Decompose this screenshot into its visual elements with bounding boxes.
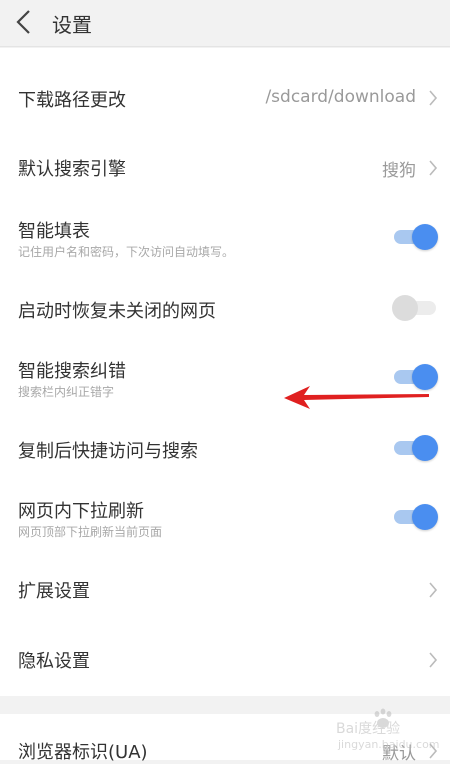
chevron-right-icon	[429, 652, 438, 668]
smart-form-fill-description: 记住用户名和密码，下次访问自动填写。	[18, 245, 235, 259]
chevron-right-icon	[429, 90, 438, 106]
download-path-value: /sdcard/download	[265, 87, 416, 107]
search-engine-row[interactable]: 默认搜索引擎 搜狗	[0, 138, 450, 198]
pull-refresh-row: 网页内下拉刷新 网页顶部下拉刷新当前页面	[0, 483, 450, 553]
header-bar: 设置	[0, 0, 450, 47]
annotation-arrow-icon	[284, 386, 429, 409]
download-path-row[interactable]: 下载路径更改 /sdcard/download	[0, 48, 450, 138]
search-correction-description: 搜索栏内纠正错字	[18, 385, 115, 399]
extension-settings-label: 扩展设置	[18, 581, 90, 602]
copy-quick-access-label: 复制后快捷访问与搜索	[18, 441, 198, 462]
copy-quick-access-row: 复制后快捷访问与搜索	[0, 413, 450, 483]
pull-refresh-description: 网页顶部下拉刷新当前页面	[18, 525, 163, 539]
pull-refresh-label: 网页内下拉刷新	[18, 501, 144, 522]
copy-quick-access-toggle[interactable]	[392, 435, 438, 461]
extension-settings-row[interactable]: 扩展设置	[0, 553, 450, 623]
search-correction-label: 智能搜索纠错	[18, 361, 126, 382]
back-arrow-icon[interactable]	[14, 9, 34, 35]
watermark: Bai度经验 jingyan.baidu.com	[336, 704, 440, 756]
smart-form-fill-toggle[interactable]	[392, 224, 438, 250]
search-engine-label: 默认搜索引擎	[18, 159, 126, 180]
page-title: 设置	[52, 13, 92, 37]
chevron-right-icon	[429, 582, 438, 598]
toggle-knob	[392, 295, 418, 321]
restore-tabs-row: 启动时恢复未关闭的网页	[0, 273, 450, 343]
smart-form-fill-label: 智能填表	[18, 221, 90, 242]
restore-tabs-label: 启动时恢复未关闭的网页	[18, 301, 216, 322]
restore-tabs-toggle[interactable]	[392, 295, 438, 321]
chevron-right-icon	[429, 160, 438, 176]
watermark-url: jingyan.baidu.com	[338, 738, 440, 751]
watermark-brand: Bai度经验	[336, 721, 401, 737]
pull-refresh-toggle[interactable]	[392, 504, 438, 530]
toggle-knob	[412, 224, 438, 250]
smart-form-fill-row: 智能填表 记住用户名和密码，下次访问自动填写。	[0, 203, 450, 273]
privacy-settings-label: 隐私设置	[18, 651, 90, 672]
search-engine-value: 搜狗	[382, 161, 416, 181]
toggle-knob	[412, 504, 438, 530]
privacy-settings-row[interactable]: 隐私设置	[0, 623, 450, 693]
toggle-knob	[412, 435, 438, 461]
settings-card: 下载路径更改 /sdcard/download 默认搜索引擎 搜狗 智能填表 记…	[0, 48, 450, 696]
user-agent-label: 浏览器标识(UA)	[18, 742, 148, 763]
download-path-label: 下载路径更改	[18, 90, 126, 111]
